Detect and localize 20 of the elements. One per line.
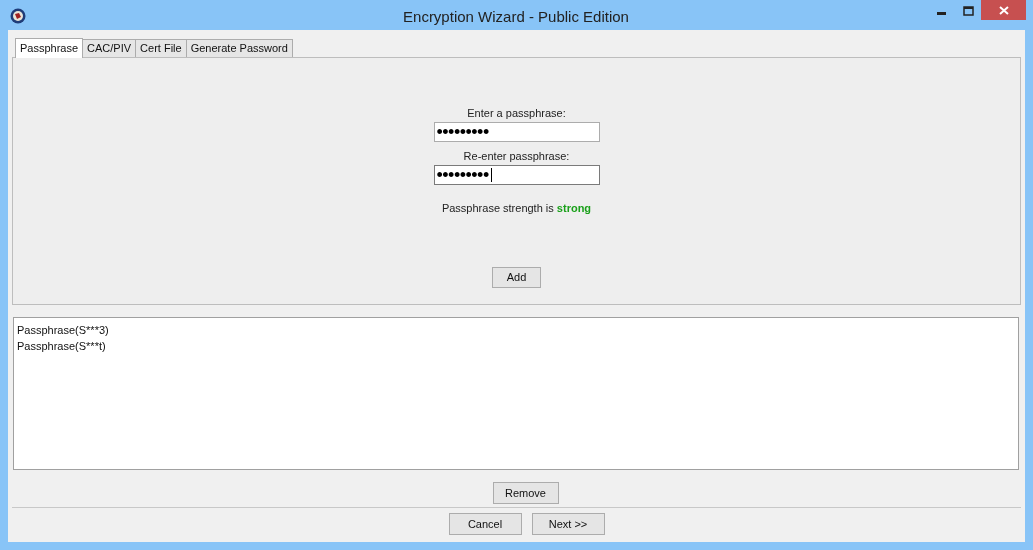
field-label: Re-enter passphrase: (463, 150, 570, 163)
cancel-button[interactable]: Cancel (448, 513, 522, 535)
field-label: Enter a passphrase: (467, 107, 566, 120)
close-icon (998, 5, 1009, 15)
maximize-icon[interactable] (963, 6, 974, 16)
tab[interactable]: CAC/PIV (82, 39, 137, 57)
tab[interactable]: Passphrase (15, 38, 84, 58)
window-title: Encryption Wizard - Public Edition (402, 7, 630, 27)
passphrase-field[interactable]: ••••••••• (433, 122, 600, 142)
tab[interactable]: Generate Password (185, 39, 293, 57)
app-logo-icon (10, 8, 26, 24)
add-button[interactable]: Add (492, 266, 541, 288)
strength-text: Passphrase strength is strong (441, 201, 592, 216)
remove-button[interactable]: Remove (492, 482, 559, 504)
list-item[interactable]: Passphrase(S***t) (17, 338, 1018, 354)
passphrase-field[interactable]: ••••••••• (433, 165, 600, 185)
tab[interactable]: Cert File (135, 39, 187, 57)
next-button[interactable]: Next >> (531, 513, 605, 535)
close-button[interactable] (981, 0, 1026, 20)
list-item[interactable]: Passphrase(S***3) (17, 322, 1018, 338)
